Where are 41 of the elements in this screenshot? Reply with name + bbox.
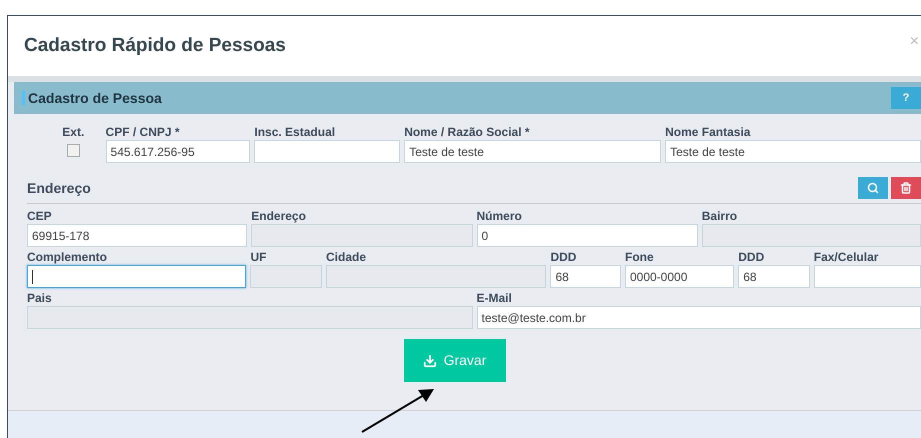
field-label: E-Mail — [476, 290, 513, 306]
section-title: Endereço — [27, 179, 91, 198]
input-field[interactable]: Teste de teste — [404, 140, 662, 163]
field-label: CPF / CNPJ * — [106, 124, 181, 140]
input-field[interactable]: 545.617.256-95 — [106, 140, 250, 163]
input-field[interactable]: 0 — [476, 224, 698, 247]
modal-title: Cadastro Rápido de Pessoas — [24, 34, 286, 58]
field-label: Bairro — [702, 208, 738, 224]
input-field[interactable] — [814, 265, 921, 288]
search-button[interactable] — [858, 177, 888, 199]
field-label: Número — [476, 208, 523, 224]
input-field[interactable] — [27, 265, 246, 288]
checkbox[interactable] — [66, 144, 80, 157]
field-label: Fax/Celular — [814, 249, 880, 265]
input-field[interactable]: teste@teste.com.br — [476, 306, 921, 329]
input-field[interactable]: 68 — [738, 265, 810, 288]
delete-button[interactable] — [891, 177, 921, 199]
field-label: Ext. — [62, 124, 84, 140]
field-label: Pais — [27, 290, 53, 306]
field-label: Fone — [624, 249, 655, 265]
text-cursor — [32, 270, 33, 284]
search-icon — [867, 182, 879, 194]
field-label: DDD — [550, 249, 578, 265]
input-field[interactable]: 68 — [550, 265, 621, 288]
input-field[interactable]: 0000-0000 — [624, 265, 734, 288]
field-label: DDD — [738, 249, 766, 265]
input-field[interactable] — [254, 140, 400, 163]
field-label: Nome Fantasia — [665, 124, 752, 140]
input-field[interactable]: Teste de teste — [665, 140, 921, 163]
field-label: Nome / Razão Social * — [404, 124, 531, 140]
accent-bar — [22, 91, 25, 105]
field-label: CEP — [27, 208, 53, 224]
field-label: Endereço — [251, 208, 307, 224]
trash-icon — [900, 182, 912, 194]
field-label: Insc. Estadual — [254, 124, 336, 140]
panel-title: Cadastro de Pessoa — [28, 88, 162, 108]
field-label: Complemento — [27, 249, 108, 265]
field-label: UF — [250, 249, 268, 265]
field-label: Cidade — [326, 249, 367, 265]
download-icon — [422, 354, 437, 368]
input-field[interactable]: 69915-178 — [27, 224, 248, 247]
